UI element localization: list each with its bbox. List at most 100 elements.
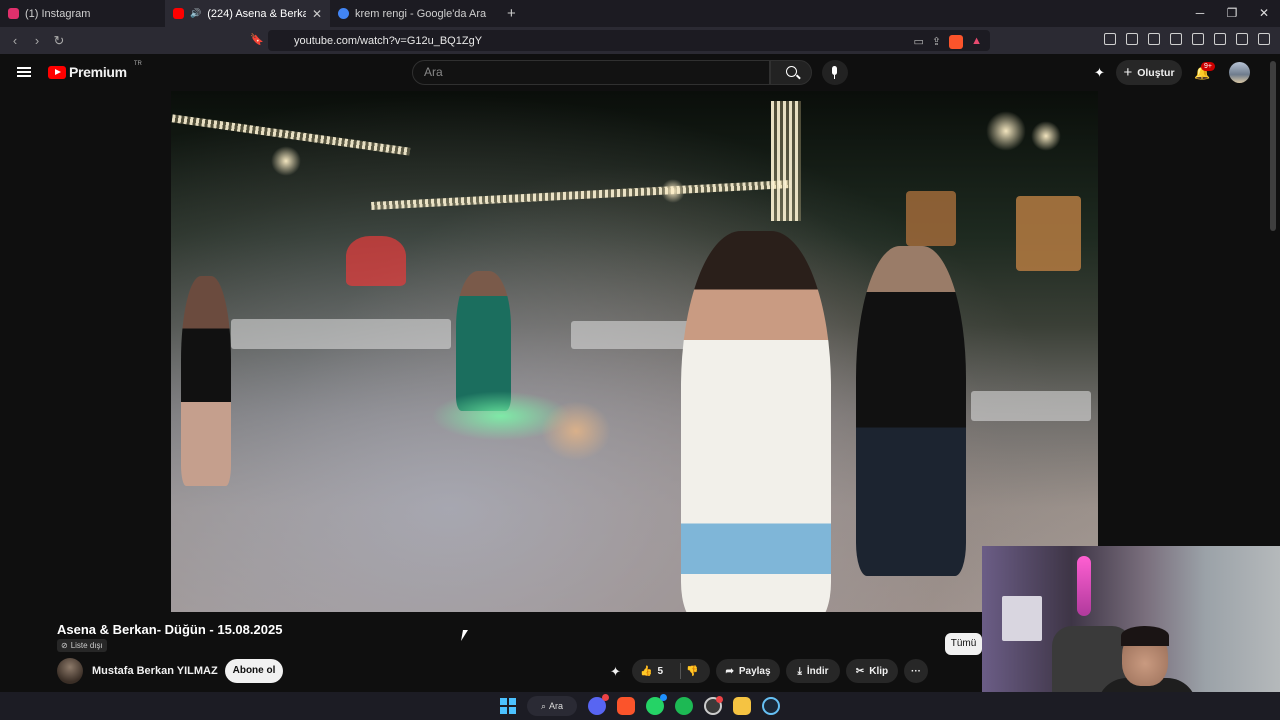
tab-google[interactable]: krem rengi - Google'da Ara — [330, 0, 495, 27]
channel-name[interactable]: Mustafa Berkan YILMAZ — [92, 665, 218, 677]
spotify-icon[interactable] — [675, 697, 693, 715]
extensions-icon[interactable] — [1104, 33, 1116, 45]
clip-label: Klip — [869, 665, 889, 677]
sidebar-icon[interactable] — [1170, 33, 1182, 45]
lamp-glow — [271, 146, 301, 176]
screenshot-icon[interactable] — [1126, 33, 1138, 45]
share-icon[interactable]: ⇪ — [932, 35, 941, 49]
minimize-button[interactable]: ─ — [1184, 0, 1216, 27]
visibility-badge: ⊘ Liste dışı — [57, 639, 107, 652]
lampshade — [1016, 196, 1081, 271]
shelf — [1002, 596, 1042, 641]
notification-badge: 9+ — [1201, 62, 1215, 71]
instagram-icon — [8, 8, 19, 19]
webcam-overlay — [982, 546, 1280, 692]
tab-label: (1) Instagram — [25, 7, 91, 20]
video-title: Asena & Berkan- Düğün - 15.08.2025 — [57, 622, 283, 637]
search-input[interactable]: Ara — [412, 60, 770, 85]
string-lights — [371, 180, 791, 210]
link-icon: ⊘ — [61, 641, 68, 650]
google-icon — [338, 8, 349, 19]
gemini-icon[interactable]: ✦ — [1094, 65, 1105, 81]
logo-text: Premium — [69, 64, 127, 80]
plus-icon: + — [1123, 64, 1133, 81]
table — [971, 391, 1091, 421]
ask-ai-icon[interactable]: ✦ — [610, 664, 621, 680]
dislike-icon[interactable]: 👎 — [686, 666, 698, 677]
window-controls: ─ ❐ ✕ — [1184, 0, 1280, 27]
share-button[interactable]: ➦ Paylaş — [716, 659, 780, 683]
region-code: TR — [133, 61, 142, 67]
lamp-glow — [661, 179, 685, 203]
channel-avatar[interactable] — [57, 658, 83, 684]
search-icon: ⌕ — [540, 700, 547, 711]
cast-icon[interactable]: ▭ — [913, 35, 923, 49]
steam-icon[interactable] — [762, 697, 780, 715]
youtube-icon — [173, 8, 184, 19]
voice-search-button[interactable] — [822, 60, 848, 85]
clip-button[interactable]: ✂ Klip — [846, 659, 898, 683]
restore-button[interactable]: ❐ — [1216, 0, 1248, 27]
brave-rewards-icon[interactable]: ▲ — [971, 35, 982, 49]
wallet-icon[interactable] — [1192, 33, 1204, 45]
forward-icon[interactable]: › — [26, 33, 48, 48]
windows-start-icon[interactable] — [500, 698, 516, 714]
person-hair — [1121, 626, 1169, 646]
extension-icons — [1104, 33, 1270, 45]
close-window-button[interactable]: ✕ — [1248, 0, 1280, 27]
reload-icon[interactable]: ↻ — [48, 33, 70, 49]
subscribe-button[interactable]: Abone ol — [225, 659, 283, 683]
brave-shields-icon[interactable] — [949, 35, 964, 49]
video-player[interactable] — [171, 91, 1098, 612]
lamp-glow — [1031, 121, 1061, 151]
youtube-header: Premium TR Ara ✦ + Oluştur 🔔 9+ — [0, 54, 1280, 91]
table — [571, 321, 691, 349]
music-icon[interactable] — [1148, 33, 1160, 45]
vpn-icon[interactable] — [1236, 33, 1248, 45]
account-avatar[interactable] — [1229, 62, 1250, 83]
filter-chip-all[interactable]: Tümü — [945, 633, 982, 655]
string-lights — [771, 101, 801, 221]
tab-youtube[interactable]: 🔊 (224) Asena & Berkan- Düğün ✕ — [165, 0, 330, 27]
tab-label: krem rengi - Google'da Ara — [355, 7, 487, 20]
hamburger-menu-icon[interactable] — [17, 67, 31, 77]
create-button[interactable]: + Oluştur — [1116, 60, 1182, 85]
windows-taskbar: ⌕ Ara — [0, 692, 1280, 720]
tab-label: (224) Asena & Berkan- Düğün — [207, 7, 306, 20]
taskbar-search[interactable]: ⌕ Ara — [527, 696, 577, 716]
file-explorer-icon[interactable] — [733, 697, 751, 715]
whatsapp-icon[interactable] — [646, 694, 667, 715]
more-actions-button[interactable]: ··· — [904, 659, 928, 683]
github-desktop-icon[interactable] — [704, 696, 723, 715]
menu-icon[interactable] — [1258, 33, 1270, 45]
back-icon[interactable]: ‹ — [4, 33, 26, 48]
discord-icon[interactable] — [588, 694, 609, 715]
download-button[interactable]: ⤓ İndir — [786, 659, 840, 683]
download-label: İndir — [806, 665, 829, 677]
tab-instagram[interactable]: (1) Instagram — [0, 0, 165, 27]
close-tab-icon[interactable]: ✕ — [312, 7, 322, 21]
bookmark-icon[interactable]: 🔖 — [250, 33, 264, 46]
person — [856, 246, 966, 576]
bride — [681, 231, 831, 612]
share-label: Paylaş — [738, 665, 771, 677]
like-icon[interactable]: 👍 — [640, 666, 652, 677]
like-dislike-group: 👍 5 👎 — [632, 659, 710, 683]
person — [456, 271, 511, 411]
lampshade — [906, 191, 956, 246]
address-bar[interactable]: youtube.com/watch?v=G12u_BQ1ZgY ▭ ⇪ ▲ — [268, 30, 990, 51]
brave-browser-icon[interactable] — [617, 697, 635, 715]
search-button[interactable] — [770, 60, 812, 85]
like-count: 5 — [657, 665, 664, 677]
taskbar-search-label: Ara — [549, 701, 564, 711]
download-icon: ⤓ — [797, 665, 802, 677]
person — [181, 276, 231, 486]
youtube-logo[interactable]: Premium TR — [48, 61, 142, 80]
leo-ai-icon[interactable] — [1214, 33, 1226, 45]
new-tab-button[interactable]: + — [495, 5, 528, 22]
url-text: youtube.com/watch?v=G12u_BQ1ZgY — [294, 34, 483, 47]
speaker-icon[interactable]: 🔊 — [190, 8, 201, 19]
page-scrollbar[interactable] — [1270, 61, 1276, 231]
table — [231, 319, 451, 349]
create-label: Oluştur — [1137, 66, 1175, 79]
